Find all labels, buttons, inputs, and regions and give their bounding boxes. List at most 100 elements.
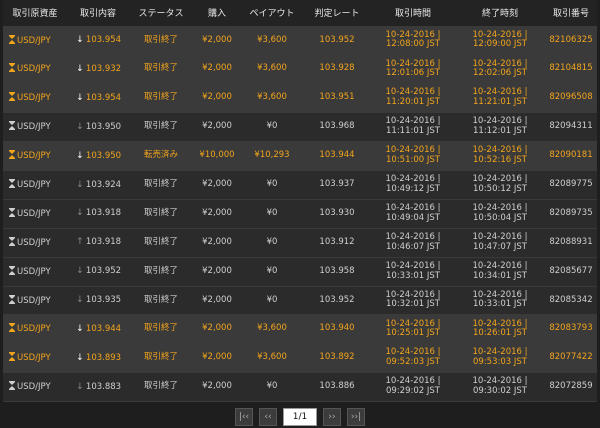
payout-cell: ¥10,293 bbox=[241, 141, 303, 171]
last-page-button[interactable]: ››| bbox=[347, 407, 365, 426]
payout-cell: ¥3,600 bbox=[241, 343, 303, 374]
end-time-cell: 10-24-2016 | 10:34:01 JST bbox=[455, 257, 545, 287]
table-row[interactable]: USD/JPY ↓ 103.950 転売済み ¥10,000 ¥10,293 103.944… bbox=[3, 141, 597, 171]
end-time-cell: 10-24-2016 | 10:26:01 JST bbox=[455, 314, 545, 345]
first-page-button[interactable]: |‹‹ bbox=[235, 407, 253, 426]
header-trade-id[interactable]: 取引番号 bbox=[545, 0, 597, 27]
direction-cell: ↓ 103.935 bbox=[67, 286, 129, 316]
status-cell: 取引終了 bbox=[129, 257, 193, 287]
asset-cell: USD/JPY bbox=[3, 372, 67, 403]
entry-rate: 103.893 bbox=[85, 352, 122, 363]
hourglass-icon bbox=[9, 92, 15, 102]
hourglass-icon bbox=[9, 381, 15, 391]
asset-cell: USD/JPY bbox=[3, 286, 67, 316]
header-purchase[interactable]: 購入 bbox=[193, 0, 241, 27]
hourglass-icon bbox=[9, 265, 15, 275]
end-clock: 12:09:00 JST bbox=[473, 39, 527, 50]
judge-rate-cell: 103.940 bbox=[303, 314, 371, 345]
judge-rate-cell: 103.937 bbox=[303, 170, 371, 200]
next-page-button[interactable]: ›› bbox=[323, 407, 341, 426]
purchase-cell: ¥2,000 bbox=[193, 112, 241, 143]
hourglass-icon bbox=[9, 236, 15, 246]
trade-time-cell: 10-24-2016 | 10:32:01 JST bbox=[371, 286, 455, 316]
end-time-cell: 10-24-2016 | 11:21:01 JST bbox=[455, 83, 545, 114]
direction-cell: ↓ 103.883 bbox=[67, 372, 129, 403]
status-cell: 取引終了 bbox=[129, 54, 193, 85]
asset-label: USD/JPY bbox=[17, 35, 51, 46]
asset-cell: USD/JPY bbox=[3, 199, 67, 229]
trade-time-cell: 10-24-2016 | 12:08:00 JST bbox=[371, 26, 455, 56]
trade-clock: 10:32:01 JST bbox=[386, 299, 440, 310]
header-direction[interactable]: 取引内容 bbox=[67, 0, 129, 27]
trade-time-cell: 10-24-2016 | 10:49:12 JST bbox=[371, 170, 455, 200]
pagination: |‹‹ ‹‹ 1/1 ›› ››| bbox=[0, 405, 600, 428]
table-row[interactable]: USD/JPY ↓ 103.952 取引終了 ¥2,000 ¥0 103.958 10-24-… bbox=[3, 257, 597, 287]
arrow-down-icon: ↓ bbox=[76, 381, 84, 392]
status-cell: 取引終了 bbox=[129, 170, 193, 200]
asset-label: USD/JPY bbox=[17, 180, 51, 191]
table-row[interactable]: USD/JPY ↓ 103.935 取引終了 ¥2,000 ¥0 103.952 10-24-… bbox=[3, 286, 597, 316]
table-row[interactable]: USD/JPY ↓ 103.924 取引終了 ¥2,000 ¥0 103.937 10-24-… bbox=[3, 170, 597, 200]
table-row[interactable]: USD/JPY ↓ 103.932 取引終了 ¥2,000 ¥3,600 103.928 10… bbox=[3, 54, 597, 85]
page-indicator-input[interactable]: 1/1 bbox=[283, 407, 317, 426]
trade-id-cell: 82085677 bbox=[545, 257, 597, 287]
trade-clock: 09:52:03 JST bbox=[386, 357, 440, 368]
asset-cell: USD/JPY bbox=[3, 343, 67, 374]
hourglass-icon bbox=[9, 294, 15, 304]
asset-label: USD/JPY bbox=[17, 237, 51, 248]
payout-cell: ¥0 bbox=[241, 372, 303, 403]
arrow-up-icon: ↑ bbox=[76, 237, 84, 248]
trade-id-cell: 82077422 bbox=[545, 343, 597, 374]
trade-id-cell: 82106325 bbox=[545, 26, 597, 56]
direction-cell: ↓ 103.944 bbox=[67, 314, 129, 345]
asset-cell: USD/JPY bbox=[3, 54, 67, 85]
payout-cell: ¥0 bbox=[241, 170, 303, 200]
header-trade-time[interactable]: 取引時間 bbox=[371, 0, 455, 27]
judge-rate-cell: 103.930 bbox=[303, 199, 371, 229]
arrow-down-icon: ↓ bbox=[76, 35, 84, 46]
status-cell: 転売済み bbox=[129, 141, 193, 171]
status-cell: 取引終了 bbox=[129, 372, 193, 403]
header-asset[interactable]: 取引原資産 bbox=[3, 0, 67, 27]
status-cell: 取引終了 bbox=[129, 228, 193, 258]
trade-clock: 10:33:01 JST bbox=[386, 270, 440, 281]
direction-cell: ↓ 103.950 bbox=[67, 141, 129, 171]
trade-id-cell: 82085342 bbox=[545, 286, 597, 316]
header-payout[interactable]: ペイアウト bbox=[241, 0, 303, 27]
header-end-time[interactable]: 終了時刻 bbox=[455, 0, 545, 27]
trade-clock: 10:49:04 JST bbox=[386, 212, 440, 223]
prev-page-button[interactable]: ‹‹ bbox=[259, 407, 277, 426]
end-clock: 09:30:02 JST bbox=[473, 386, 527, 397]
judge-rate-cell: 103.928 bbox=[303, 54, 371, 85]
asset-label: USD/JPY bbox=[17, 324, 51, 335]
end-clock: 10:52:16 JST bbox=[473, 155, 527, 165]
asset-label: USD/JPY bbox=[17, 151, 51, 162]
table-row[interactable]: USD/JPY ↓ 103.954 取引終了 ¥2,000 ¥3,600 103.951 10… bbox=[3, 83, 597, 114]
table-row[interactable]: USD/JPY ↓ 103.918 取引終了 ¥2,000 ¥0 103.930 10-24-… bbox=[3, 199, 597, 229]
purchase-cell: ¥2,000 bbox=[193, 228, 241, 258]
direction-cell: ↓ 103.954 bbox=[67, 83, 129, 114]
table-row[interactable]: USD/JPY ↑ 103.918 取引終了 ¥2,000 ¥0 103.912 10-24-… bbox=[3, 228, 597, 258]
purchase-cell: ¥2,000 bbox=[193, 83, 241, 114]
purchase-cell: ¥2,000 bbox=[193, 372, 241, 403]
judge-rate-cell: 103.952 bbox=[303, 26, 371, 56]
table-body: USD/JPY ↓ 103.954 取引終了 ¥2,000 ¥3,600 103.952 10… bbox=[3, 26, 597, 403]
table-row[interactable]: USD/JPY ↓ 103.893 取引終了 ¥2,000 ¥3,600 103.892 10… bbox=[3, 343, 597, 374]
purchase-cell: ¥2,000 bbox=[193, 257, 241, 287]
header-status[interactable]: ステータス bbox=[129, 0, 193, 27]
table-row[interactable]: USD/JPY ↓ 103.944 取引終了 ¥2,000 ¥3,600 103.940 10… bbox=[3, 314, 597, 345]
direction-cell: ↓ 103.954 bbox=[67, 26, 129, 56]
trade-id-cell: 82096508 bbox=[545, 83, 597, 114]
status-cell: 取引終了 bbox=[129, 314, 193, 345]
table-row[interactable]: USD/JPY ↓ 103.883 取引終了 ¥2,000 ¥0 103.886 10-24-… bbox=[3, 372, 597, 403]
header-judge-rate[interactable]: 判定レート bbox=[303, 0, 371, 27]
hourglass-icon bbox=[9, 207, 15, 217]
table-row[interactable]: USD/JPY ↓ 103.954 取引終了 ¥2,000 ¥3,600 103.952 10… bbox=[3, 26, 597, 56]
asset-cell: USD/JPY bbox=[3, 314, 67, 345]
direction-cell: ↑ 103.918 bbox=[67, 228, 129, 258]
asset-label: USD/JPY bbox=[17, 295, 51, 306]
hourglass-icon bbox=[9, 179, 15, 189]
table-row[interactable]: USD/JPY ↓ 103.950 取引終了 ¥2,000 ¥0 103.968 10-24-… bbox=[3, 112, 597, 143]
judge-rate-cell: 103.951 bbox=[303, 83, 371, 114]
end-time-cell: 10-24-2016 | 11:12:01 JST bbox=[455, 112, 545, 143]
